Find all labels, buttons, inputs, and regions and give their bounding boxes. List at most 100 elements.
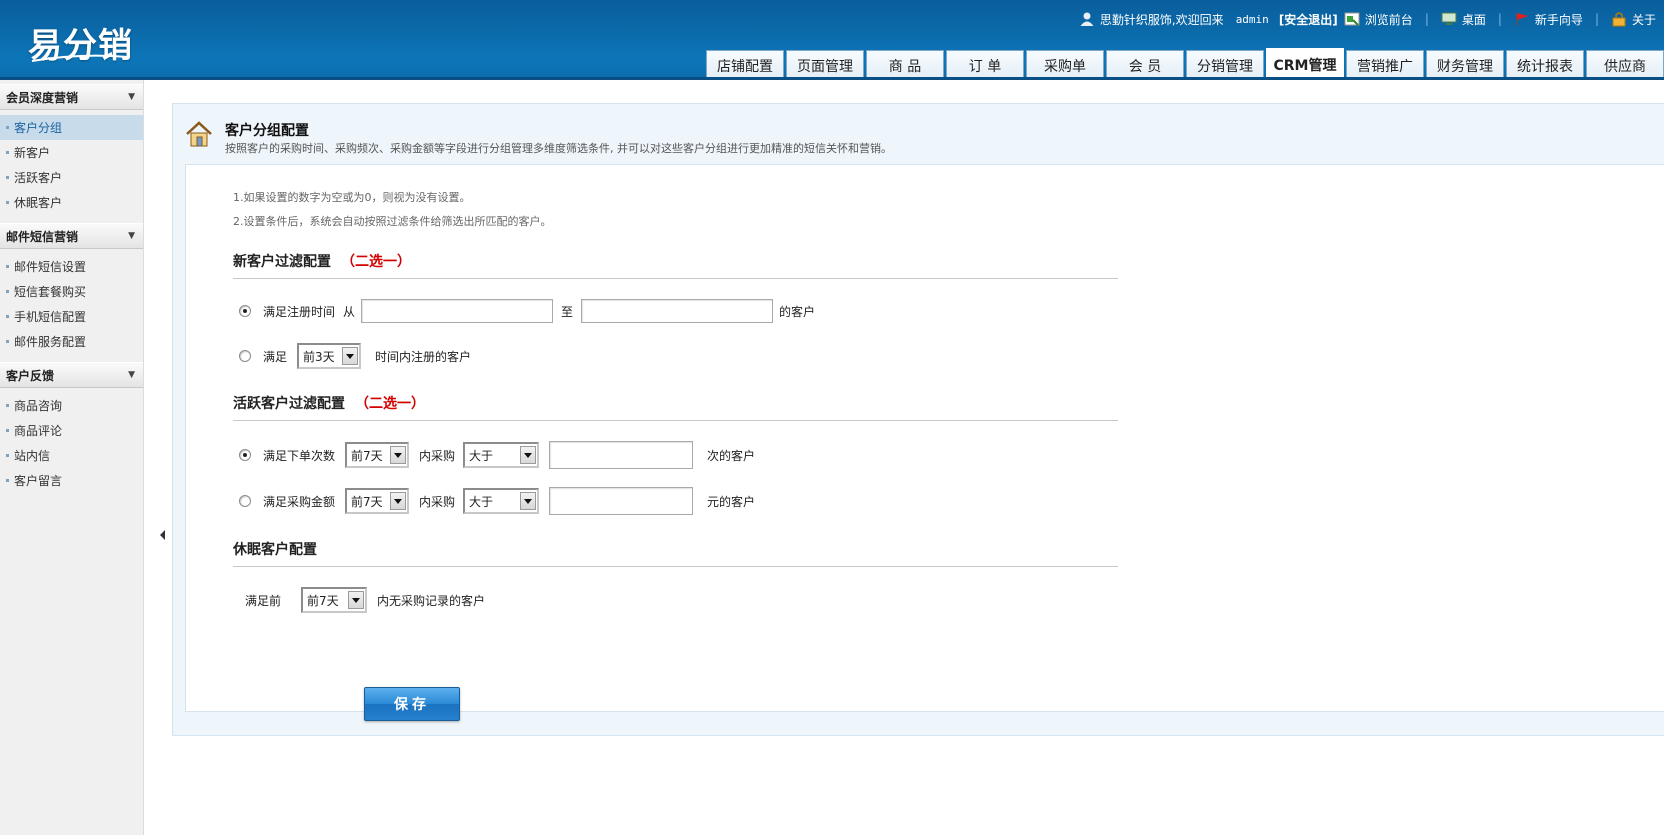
tab-purchase[interactable]: 采购单 [1026, 50, 1104, 80]
order-count-compare-select[interactable]: 大于 [463, 442, 540, 468]
tab-orders[interactable]: 订 单 [946, 50, 1024, 80]
guide-link[interactable]: 新手向导 [1535, 11, 1583, 28]
section-new-customer: 新客户过滤配置 （二选一） [233, 251, 1118, 279]
sidebar: 会员深度营销 ▼ 客户分组 新客户 活跃客户 休眠客户 邮件短信营销 ▼ 邮件短信设… [0, 80, 144, 835]
page-title: 客户分组配置 [225, 123, 309, 139]
register-date-from-input[interactable] [361, 299, 554, 323]
bullet-icon [6, 265, 9, 268]
sidebar-item-product-inquiry[interactable]: 商品咨询 [0, 393, 143, 418]
tab-page-manage[interactable]: 页面管理 [786, 50, 864, 80]
amount-compare-select[interactable]: 大于 [463, 488, 540, 514]
bullet-icon [6, 290, 9, 293]
register-date-to-input[interactable] [581, 299, 774, 323]
flag-icon [1516, 13, 1528, 26]
chevron-down-icon [390, 446, 407, 464]
chevron-down-icon: ▼ [128, 92, 135, 102]
sidebar-group-email-sms[interactable]: 邮件短信营销 ▼ [0, 223, 143, 249]
tab-distribution[interactable]: 分销管理 [1186, 50, 1264, 80]
storefront-icon [1344, 12, 1360, 26]
divider: | [1424, 12, 1429, 26]
config-panel: 1.如果设置的数字为空或为0，则视为没有设置。 2.设置条件后，系统会自动按照过… [185, 164, 1664, 721]
bullet-icon [6, 454, 9, 457]
active-customer-option-amount: 满足采购金额 前7天 内采购 大于 元的客户 [239, 487, 755, 515]
app-header: 易分销 思勤针织服饰,欢迎回来 admin [安全退出] 浏览前台 | 桌面 |… [0, 0, 1664, 80]
sidebar-item-email-service-config[interactable]: 邮件服务配置 [0, 329, 143, 354]
tab-suppliers[interactable]: 供应商 [1586, 50, 1664, 80]
browse-frontend-link[interactable]: 浏览前台 [1365, 11, 1413, 28]
active-customer-option-order-count: 满足下单次数 前7天 内采购 大于 次的客户 [239, 441, 755, 469]
save-button[interactable]: 保存 [364, 687, 460, 721]
order-count-input[interactable] [549, 441, 694, 469]
bullet-icon [6, 404, 9, 407]
radio-register-recent[interactable] [239, 350, 251, 362]
bullet-icon [6, 429, 9, 432]
logo-swoosh-icon [31, 54, 129, 62]
chevron-down-icon [390, 492, 407, 510]
sidebar-item-sms-package[interactable]: 短信套餐购买 [0, 279, 143, 304]
bullet-icon [6, 151, 9, 154]
bullet-icon [6, 201, 9, 204]
purchase-amount-input[interactable] [549, 487, 694, 515]
tab-marketing[interactable]: 营销推广 [1346, 50, 1424, 80]
radio-register-range[interactable] [239, 305, 251, 317]
home-icon [186, 121, 212, 147]
sidebar-item-product-review[interactable]: 商品评论 [0, 418, 143, 443]
amount-period-select[interactable]: 前7天 [345, 488, 410, 514]
tab-reports[interactable]: 统计报表 [1506, 50, 1584, 80]
chevron-down-icon [348, 591, 365, 609]
tab-products[interactable]: 商 品 [866, 50, 944, 80]
lock-icon [1612, 12, 1626, 27]
tab-store-config[interactable]: 店铺配置 [706, 50, 784, 80]
welcome-text: 思勤针织服饰,欢迎回来 [1099, 12, 1224, 27]
collapse-sidebar-icon[interactable] [160, 530, 165, 540]
chevron-down-icon [342, 347, 359, 365]
main-nav: 店铺配置 页面管理 商 品 订 单 采购单 会 员 分销管理 CRM管理 营销推… [704, 48, 1664, 80]
bullet-icon [6, 315, 9, 318]
sidebar-item-customer-message[interactable]: 客户留言 [0, 468, 143, 493]
sidebar-group-member-marketing[interactable]: 会员深度营销 ▼ [0, 84, 143, 110]
note-2: 2.设置条件后，系统会自动按照过滤条件给筛选出所匹配的客户。 [233, 215, 552, 228]
tab-finance[interactable]: 财务管理 [1426, 50, 1504, 80]
chevron-down-icon [520, 446, 537, 464]
desktop-link[interactable]: 桌面 [1462, 11, 1486, 28]
desktop-icon [1441, 12, 1457, 25]
logout-link[interactable]: [安全退出] [1279, 11, 1338, 28]
sidebar-item-new-customer[interactable]: 新客户 [0, 140, 143, 165]
choose-one-hint: （二选一） [355, 396, 425, 412]
username: admin [1235, 12, 1269, 26]
radio-purchase-amount[interactable] [239, 495, 251, 507]
bullet-icon [6, 176, 9, 179]
sidebar-item-mobile-sms-config[interactable]: 手机短信配置 [0, 304, 143, 329]
tab-crm[interactable]: CRM管理 [1266, 48, 1344, 80]
main-content: 客户分组配置 按照客户的采购时间、采购频次、采购金额等字段进行分组管理多维度筛选… [172, 103, 1664, 736]
bullet-icon [6, 340, 9, 343]
sidebar-item-active-customer[interactable]: 活跃客户 [0, 165, 143, 190]
bullet-icon [6, 126, 9, 129]
tab-members[interactable]: 会 员 [1106, 50, 1184, 80]
dormant-period-select[interactable]: 前7天 [301, 587, 368, 613]
register-period-select[interactable]: 前3天 [297, 343, 362, 369]
chevron-down-icon: ▼ [128, 231, 135, 241]
divider: | [1497, 12, 1502, 26]
section-dormant-customer: 休眠客户配置 [233, 539, 1118, 567]
order-count-period-select[interactable]: 前7天 [345, 442, 410, 468]
sidebar-group-feedback[interactable]: 客户反馈 ▼ [0, 362, 143, 388]
choose-one-hint: （二选一） [341, 254, 411, 270]
chevron-down-icon: ▼ [128, 370, 135, 380]
top-bar: 思勤针织服饰,欢迎回来 admin [安全退出] 浏览前台 | 桌面 | 新手向… [1079, 10, 1656, 28]
sidebar-item-email-sms-settings[interactable]: 邮件短信设置 [0, 254, 143, 279]
bullet-icon [6, 479, 9, 482]
note-1: 1.如果设置的数字为空或为0，则视为没有设置。 [233, 191, 471, 204]
section-active-customer: 活跃客户过滤配置 （二选一） [233, 393, 1118, 421]
chevron-down-icon [520, 492, 537, 510]
new-customer-option-recent: 满足 前3天 时间内注册的客户 [239, 343, 471, 369]
about-link[interactable]: 关于 [1632, 11, 1656, 28]
new-customer-option-register-range: 满足注册时间 从 至 的客户 [239, 299, 815, 323]
sidebar-item-dormant-customer[interactable]: 休眠客户 [0, 190, 143, 215]
divider: | [1594, 12, 1599, 26]
user-icon [1080, 12, 1094, 26]
sidebar-item-site-message[interactable]: 站内信 [0, 443, 143, 468]
dormant-customer-option: 满足前 前7天 内无采购记录的客户 [245, 587, 485, 613]
radio-order-count[interactable] [239, 449, 251, 461]
sidebar-item-customer-group[interactable]: 客户分组 [0, 115, 143, 140]
